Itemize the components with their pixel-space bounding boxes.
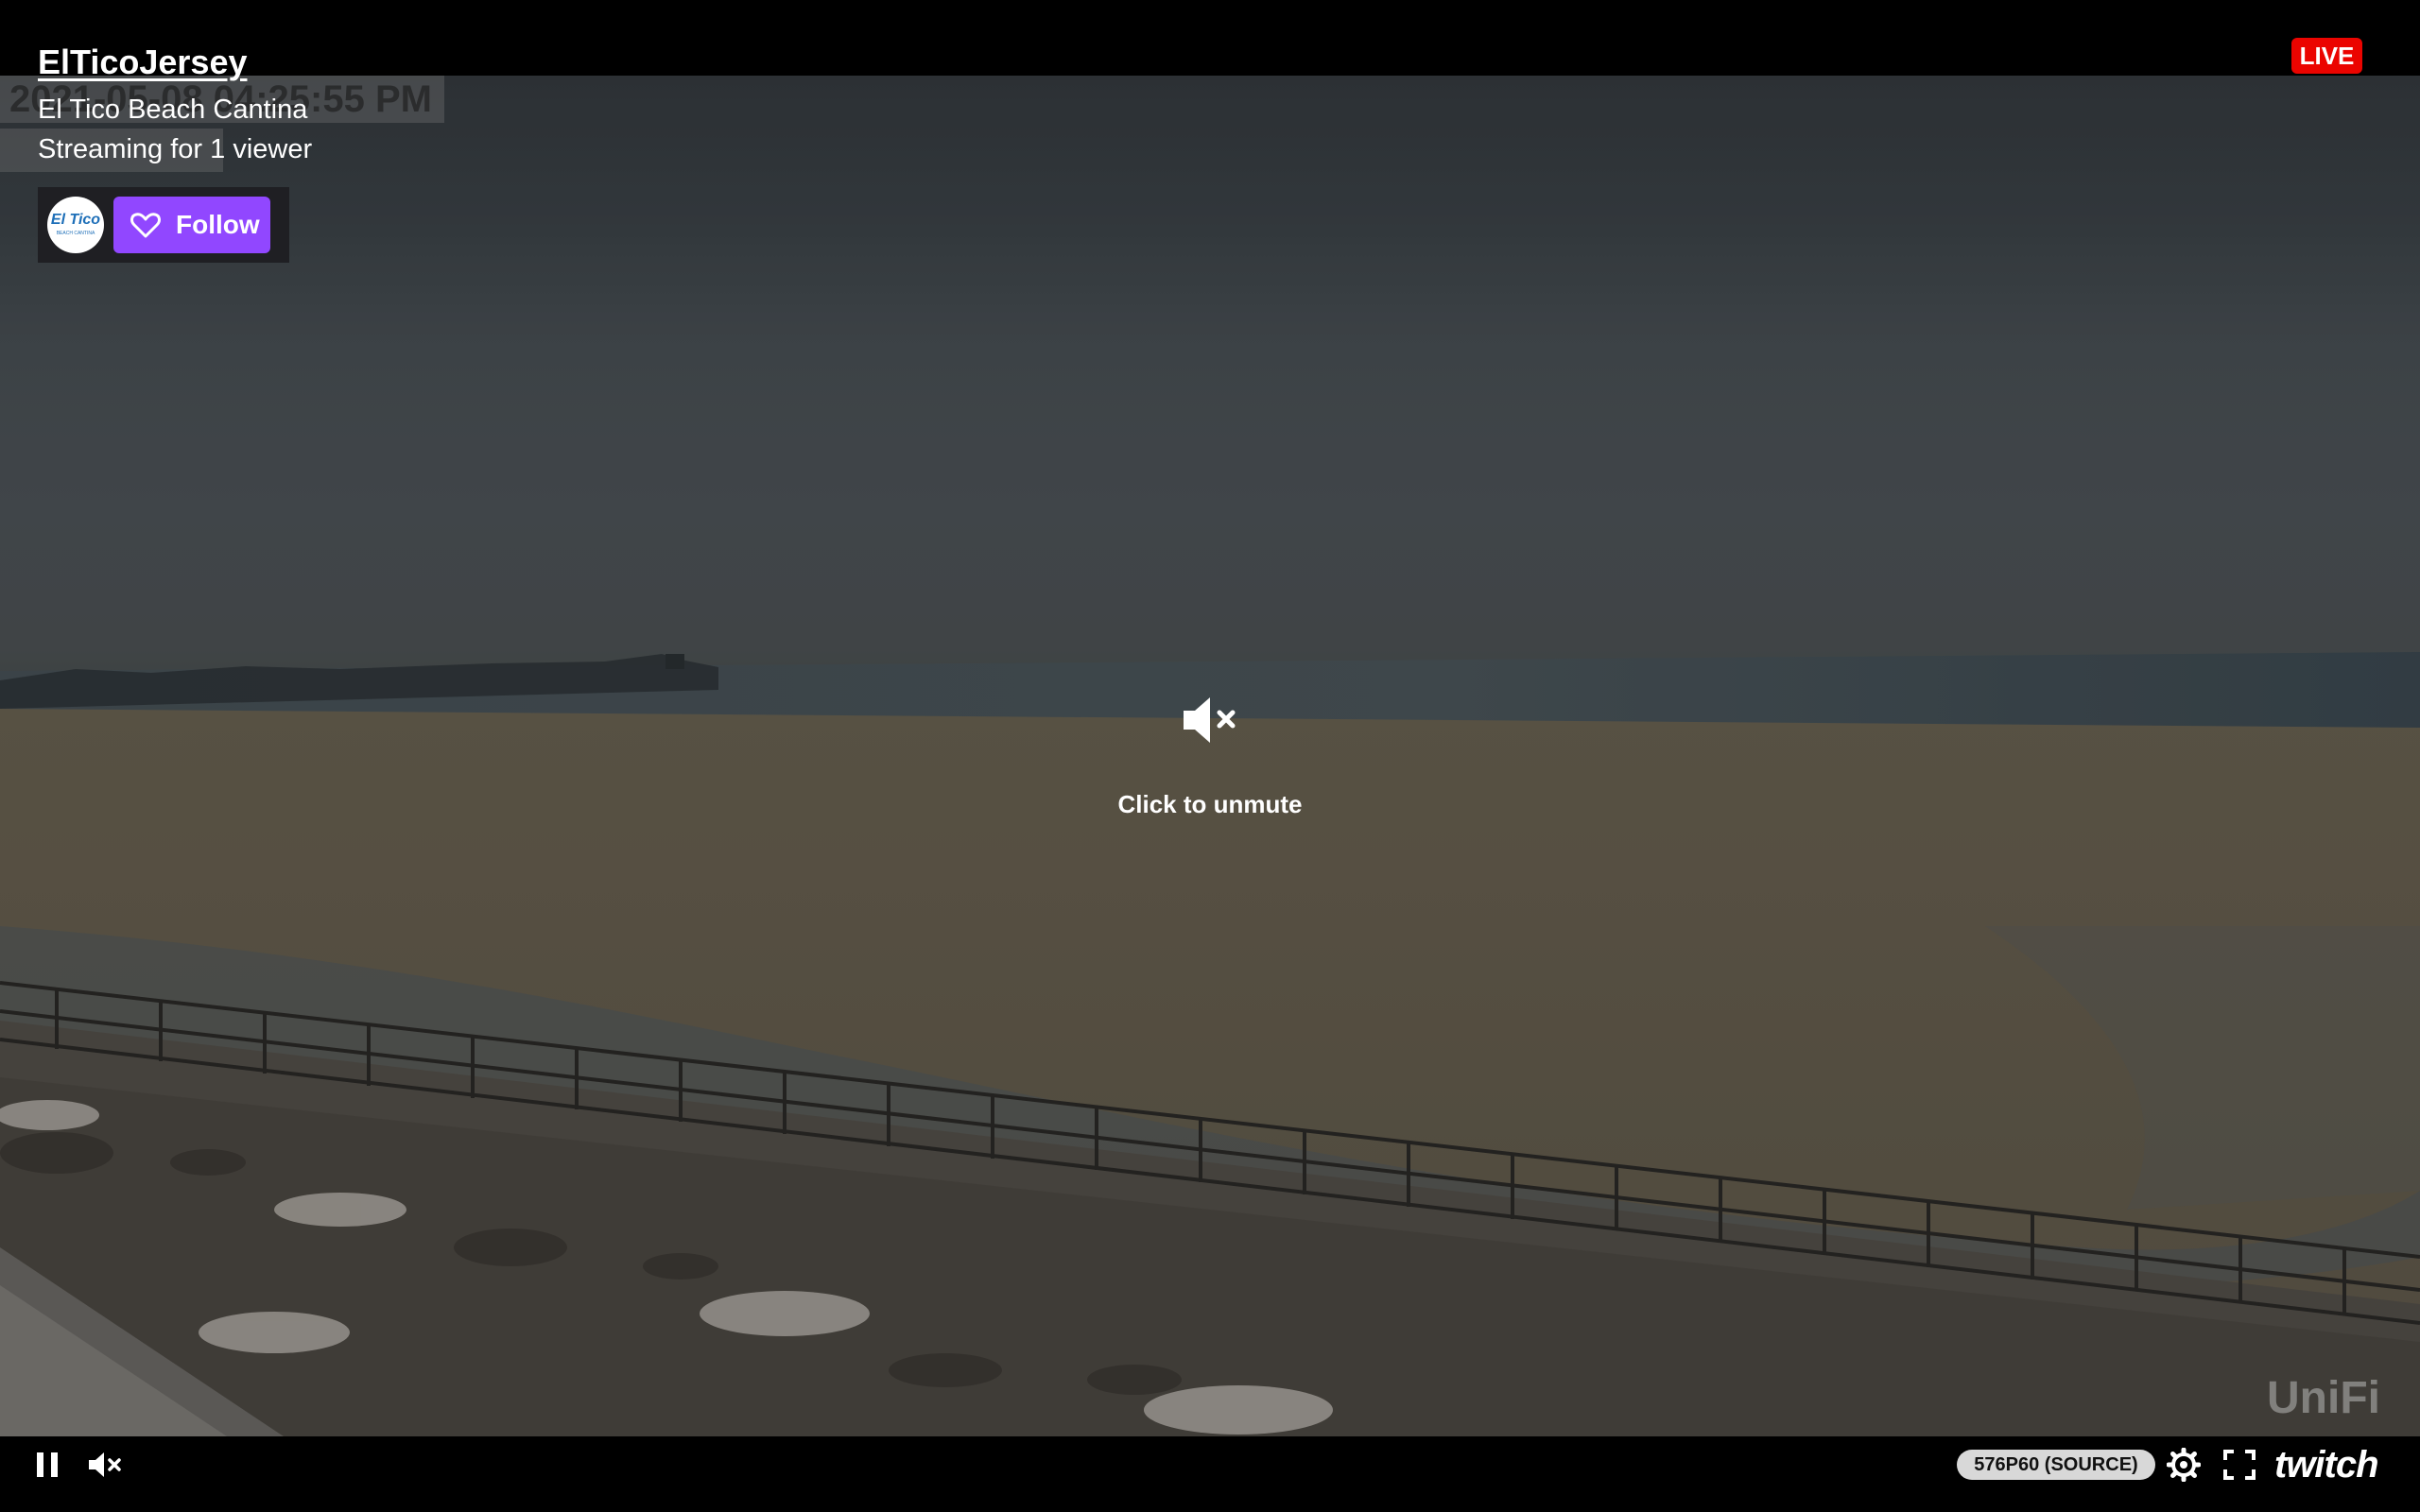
video-player[interactable]: 2021-05-08 04:25:55 PM ElTicoJersey El T… <box>0 0 2420 1512</box>
avatar-logo-text: El Tico <box>50 212 101 228</box>
pause-icon <box>37 1452 58 1477</box>
top-bar <box>0 0 2420 76</box>
camera-watermark: UniFi <box>2267 1373 2380 1423</box>
follow-button[interactable]: Follow <box>113 197 270 253</box>
fullscreen-icon <box>2223 1450 2256 1480</box>
avatar-logo-subtext: BEACH CANTINA <box>56 231 95 236</box>
stream-title: El Tico Beach Cantina <box>38 94 308 125</box>
live-badge: LIVE <box>2291 38 2362 74</box>
fullscreen-button[interactable] <box>2223 1450 2256 1480</box>
unmute-prompt[interactable]: Click to unmute <box>1068 680 1352 832</box>
channel-avatar[interactable]: El Tico BEACH CANTINA <box>47 197 104 253</box>
volume-button[interactable] <box>87 1450 125 1480</box>
pause-button[interactable] <box>32 1450 62 1480</box>
volume-muted-icon <box>89 1452 121 1477</box>
follow-label: Follow <box>176 210 260 239</box>
channel-name-link[interactable]: ElTicoJersey <box>38 42 247 83</box>
quality-badge[interactable]: 576P60 (SOURCE) <box>1957 1450 2155 1480</box>
twitch-logo[interactable]: twitch <box>2274 1446 2379 1484</box>
gear-icon <box>2166 1447 2202 1483</box>
viewer-count: Streaming for 1 viewer <box>38 134 313 164</box>
volume-muted-icon <box>1182 694 1238 750</box>
heart-icon <box>130 212 161 242</box>
unmute-label: Click to unmute <box>1117 790 1303 818</box>
settings-button[interactable] <box>2166 1447 2202 1483</box>
follow-panel: El Tico BEACH CANTINA Follow <box>38 187 289 263</box>
